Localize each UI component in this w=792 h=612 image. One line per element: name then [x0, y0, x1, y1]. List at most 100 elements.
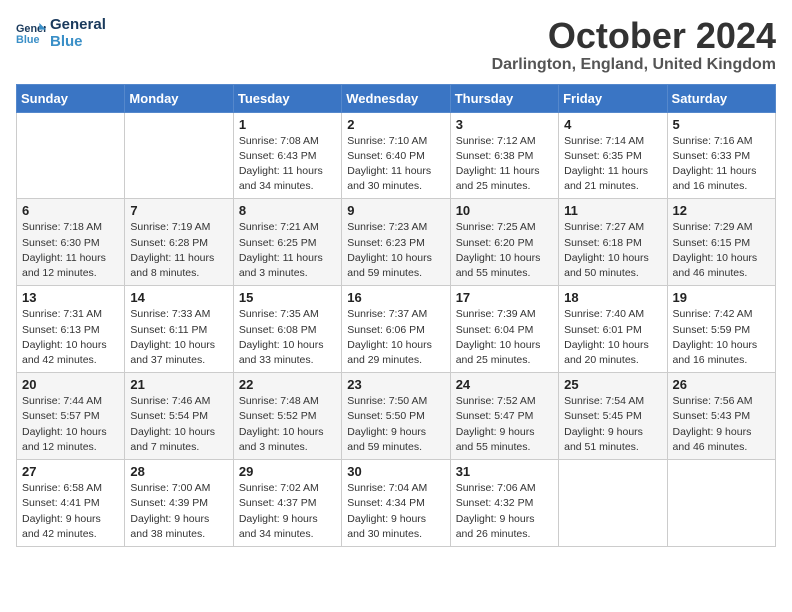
day-number: 8 [239, 203, 336, 218]
day-info: Sunrise: 7:19 AMSunset: 6:28 PMDaylight:… [130, 220, 227, 281]
month-title: October 2024 [492, 16, 776, 56]
calendar-cell: 16Sunrise: 7:37 AMSunset: 6:06 PMDayligh… [342, 286, 450, 373]
calendar-cell: 30 Sunrise: 7:04 AMSunset: 4:34 PMDayligh… [342, 460, 450, 547]
day-info: Sunrise: 7:08 AMSunset: 6:43 PMDaylight:… [239, 134, 336, 195]
calendar-week-row: 27 Sunrise: 6:58 AMSunset: 4:41 PMDayligh… [17, 460, 776, 547]
day-number: 12 [673, 203, 770, 218]
day-number: 25 [564, 377, 661, 392]
calendar-cell: 29 Sunrise: 7:02 AMSunset: 4:37 PMDayligh… [233, 460, 341, 547]
day-info: Sunrise: 7:52 AMSunset: 5:47 PMDaylight:… [456, 394, 553, 455]
calendar-cell: 13 Sunrise: 7:31 AMSunset: 6:13 PMDayligh… [17, 286, 125, 373]
calendar-cell: 2Sunrise: 7:10 AMSunset: 6:40 PMDaylight… [342, 112, 450, 199]
day-number: 22 [239, 377, 336, 392]
day-number: 21 [130, 377, 227, 392]
calendar-week-row: 1Sunrise: 7:08 AMSunset: 6:43 PMDaylight… [17, 112, 776, 199]
day-number: 10 [456, 203, 553, 218]
day-number: 31 [456, 464, 553, 479]
day-info: Sunrise: 7:23 AMSunset: 6:23 PMDaylight:… [347, 220, 444, 281]
day-number: 29 [239, 464, 336, 479]
weekday-header: Sunday [17, 84, 125, 112]
day-number: 23 [347, 377, 444, 392]
day-number: 30 [347, 464, 444, 479]
day-number: 13 [22, 290, 119, 305]
calendar-week-row: 20 Sunrise: 7:44 AMSunset: 5:57 PMDayligh… [17, 373, 776, 460]
calendar-week-row: 13 Sunrise: 7:31 AMSunset: 6:13 PMDayligh… [17, 286, 776, 373]
calendar-cell [125, 112, 233, 199]
day-info: Sunrise: 6:58 AMSunset: 4:41 PMDaylight:… [22, 481, 119, 542]
calendar-cell: 15 Sunrise: 7:35 AMSunset: 6:08 PMDayligh… [233, 286, 341, 373]
day-info: Sunrise: 7:00 AMSunset: 4:39 PMDaylight:… [130, 481, 227, 542]
calendar-cell: 4 Sunrise: 7:14 AMSunset: 6:35 PMDaylight… [559, 112, 667, 199]
day-info: Sunrise: 7:35 AMSunset: 6:08 PMDaylight:… [239, 307, 336, 368]
day-info: Sunrise: 7:44 AMSunset: 5:57 PMDaylight:… [22, 394, 119, 455]
day-number: 14 [130, 290, 227, 305]
calendar-cell: 25Sunrise: 7:54 AMSunset: 5:45 PMDayligh… [559, 373, 667, 460]
day-number: 17 [456, 290, 553, 305]
calendar-cell: 28Sunrise: 7:00 AMSunset: 4:39 PMDayligh… [125, 460, 233, 547]
day-info: Sunrise: 7:42 AMSunset: 5:59 PMDaylight:… [673, 307, 770, 368]
svg-text:Blue: Blue [16, 34, 39, 45]
day-info: Sunrise: 7:31 AMSunset: 6:13 PMDaylight:… [22, 307, 119, 368]
calendar-cell: 26Sunrise: 7:56 AMSunset: 5:43 PMDayligh… [667, 373, 775, 460]
day-info: Sunrise: 7:12 AMSunset: 6:38 PMDaylight:… [456, 134, 553, 195]
calendar-cell: 24 Sunrise: 7:52 AMSunset: 5:47 PMDayligh… [450, 373, 558, 460]
calendar-cell: 14 Sunrise: 7:33 AMSunset: 6:11 PMDayligh… [125, 286, 233, 373]
day-number: 18 [564, 290, 661, 305]
day-info: Sunrise: 7:25 AMSunset: 6:20 PMDaylight:… [456, 220, 553, 281]
calendar-cell: 18 Sunrise: 7:40 AMSunset: 6:01 PMDayligh… [559, 286, 667, 373]
location: Darlington, England, United Kingdom [492, 56, 776, 74]
calendar-cell: 8 Sunrise: 7:21 AMSunset: 6:25 PMDaylight… [233, 199, 341, 286]
calendar-cell: 1Sunrise: 7:08 AMSunset: 6:43 PMDaylight… [233, 112, 341, 199]
calendar-cell: 3 Sunrise: 7:12 AMSunset: 6:38 PMDaylight… [450, 112, 558, 199]
day-info: Sunrise: 7:46 AMSunset: 5:54 PMDaylight:… [130, 394, 227, 455]
calendar-cell: 12Sunrise: 7:29 AMSunset: 6:15 PMDayligh… [667, 199, 775, 286]
day-info: Sunrise: 7:40 AMSunset: 6:01 PMDaylight:… [564, 307, 661, 368]
day-info: Sunrise: 7:02 AMSunset: 4:37 PMDaylight:… [239, 481, 336, 542]
weekday-header: Thursday [450, 84, 558, 112]
day-number: 20 [22, 377, 119, 392]
day-number: 19 [673, 290, 770, 305]
logo-icon: General Blue [16, 21, 46, 45]
day-info: Sunrise: 7:14 AMSunset: 6:35 PMDaylight:… [564, 134, 661, 195]
day-number: 4 [564, 117, 661, 132]
calendar-cell [17, 112, 125, 199]
calendar-cell: 6Sunrise: 7:18 AMSunset: 6:30 PMDaylight… [17, 199, 125, 286]
day-info: Sunrise: 7:16 AMSunset: 6:33 PMDaylight:… [673, 134, 770, 195]
day-info: Sunrise: 7:18 AMSunset: 6:30 PMDaylight:… [22, 220, 119, 281]
day-number: 9 [347, 203, 444, 218]
calendar-week-row: 6Sunrise: 7:18 AMSunset: 6:30 PMDaylight… [17, 199, 776, 286]
day-number: 3 [456, 117, 553, 132]
calendar-cell: 22Sunrise: 7:48 AMSunset: 5:52 PMDayligh… [233, 373, 341, 460]
day-info: Sunrise: 7:04 AMSunset: 4:34 PMDaylight:… [347, 481, 444, 542]
calendar-cell: 11 Sunrise: 7:27 AMSunset: 6:18 PMDayligh… [559, 199, 667, 286]
day-info: Sunrise: 7:27 AMSunset: 6:18 PMDaylight:… [564, 220, 661, 281]
day-info: Sunrise: 7:21 AMSunset: 6:25 PMDaylight:… [239, 220, 336, 281]
calendar-cell [667, 460, 775, 547]
day-number: 24 [456, 377, 553, 392]
day-info: Sunrise: 7:39 AMSunset: 6:04 PMDaylight:… [456, 307, 553, 368]
day-number: 11 [564, 203, 661, 218]
calendar-cell: 20 Sunrise: 7:44 AMSunset: 5:57 PMDayligh… [17, 373, 125, 460]
calendar-cell: 21 Sunrise: 7:46 AMSunset: 5:54 PMDayligh… [125, 373, 233, 460]
day-info: Sunrise: 7:10 AMSunset: 6:40 PMDaylight:… [347, 134, 444, 195]
calendar-cell: 23Sunrise: 7:50 AMSunset: 5:50 PMDayligh… [342, 373, 450, 460]
day-info: Sunrise: 7:06 AMSunset: 4:32 PMDaylight:… [456, 481, 553, 542]
calendar-cell: 31 Sunrise: 7:06 AMSunset: 4:32 PMDayligh… [450, 460, 558, 547]
title-block: October 2024 Darlington, England, United… [492, 16, 776, 74]
day-info: Sunrise: 7:33 AMSunset: 6:11 PMDaylight:… [130, 307, 227, 368]
day-number: 7 [130, 203, 227, 218]
weekday-header: Wednesday [342, 84, 450, 112]
calendar-cell: 10 Sunrise: 7:25 AMSunset: 6:20 PMDayligh… [450, 199, 558, 286]
day-number: 5 [673, 117, 770, 132]
day-number: 27 [22, 464, 119, 479]
calendar-cell: 27 Sunrise: 6:58 AMSunset: 4:41 PMDayligh… [17, 460, 125, 547]
day-number: 15 [239, 290, 336, 305]
calendar-cell: 19 Sunrise: 7:42 AMSunset: 5:59 PMDayligh… [667, 286, 775, 373]
calendar-cell: 17 Sunrise: 7:39 AMSunset: 6:04 PMDayligh… [450, 286, 558, 373]
calendar-cell: 5 Sunrise: 7:16 AMSunset: 6:33 PMDaylight… [667, 112, 775, 199]
calendar-cell: 7 Sunrise: 7:19 AMSunset: 6:28 PMDaylight… [125, 199, 233, 286]
day-info: Sunrise: 7:37 AMSunset: 6:06 PMDaylight:… [347, 307, 444, 368]
logo: General Blue General Blue [16, 16, 106, 50]
weekday-header: Tuesday [233, 84, 341, 112]
logo-line2: Blue [50, 33, 106, 50]
